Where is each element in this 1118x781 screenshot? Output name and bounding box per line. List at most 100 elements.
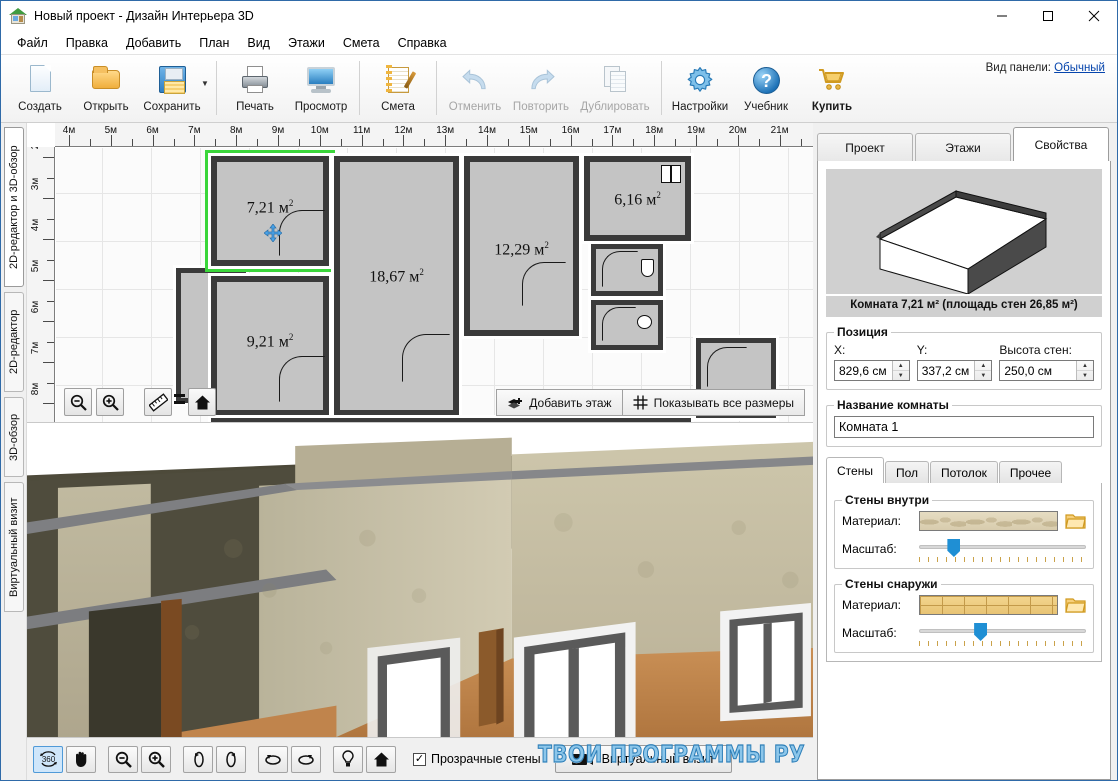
tab-walls[interactable]: Стены bbox=[826, 457, 884, 483]
open-button-label: Открыть bbox=[83, 101, 129, 113]
y-value[interactable]: 337,2 см bbox=[918, 364, 975, 378]
wall-height-spinner[interactable]: 250,0 см ▲ ▼ bbox=[999, 360, 1094, 381]
open-button[interactable]: Открыть bbox=[73, 58, 139, 120]
menu-item-view[interactable]: Вид bbox=[238, 33, 279, 53]
room-bathroom[interactable] bbox=[588, 241, 666, 299]
duplicate-button[interactable]: Дублировать bbox=[574, 58, 656, 120]
wall-height-value[interactable]: 250,0 см bbox=[1000, 364, 1076, 378]
checkbox-box[interactable] bbox=[413, 752, 426, 766]
sidebar-tab-2d-and-3d[interactable]: 2D-редактор и 3D-обзор bbox=[3, 127, 24, 287]
tab-project[interactable]: Проект bbox=[817, 133, 913, 161]
save-button[interactable]: Сохранить bbox=[139, 58, 205, 120]
room-corridor[interactable] bbox=[208, 415, 694, 422]
undo-button[interactable]: Отменить bbox=[442, 58, 508, 120]
minimize-button[interactable] bbox=[979, 1, 1025, 31]
wall-height-spinner-arrows[interactable]: ▲ ▼ bbox=[1075, 361, 1093, 380]
plan-zoom-out-button[interactable] bbox=[64, 388, 92, 416]
properties-panel-body: Комната 7,21 м² (площадь стен 26,85 м²) … bbox=[817, 161, 1111, 780]
rotate-vertical-left-button[interactable] bbox=[183, 745, 213, 773]
rotate-horizontal-right-button[interactable] bbox=[291, 745, 321, 773]
menu-item-file[interactable]: Файл bbox=[8, 33, 57, 53]
tab-ceiling[interactable]: Потолок bbox=[930, 461, 998, 483]
maximize-button[interactable] bbox=[1025, 1, 1071, 31]
orbit-360-button[interactable]: 360 bbox=[33, 745, 63, 773]
tab-floor[interactable]: Пол bbox=[884, 461, 929, 483]
sidebar-tab-2d-editor[interactable]: 2D-редактор bbox=[3, 292, 24, 392]
room-7-21[interactable]: 7,21 м2 bbox=[208, 153, 332, 269]
sidebar-tab-3d-view[interactable]: 3D-обзор bbox=[3, 397, 24, 477]
x-value[interactable]: 829,6 см bbox=[835, 364, 892, 378]
ruler-label: 7м bbox=[188, 125, 201, 136]
slider-thumb[interactable] bbox=[974, 623, 988, 641]
pan-hand-button[interactable] bbox=[66, 745, 96, 773]
room-name-input[interactable]: Комната 1 bbox=[834, 416, 1094, 438]
tab-other[interactable]: Прочее bbox=[998, 461, 1063, 483]
tutorial-button[interactable]: ? Учебник bbox=[733, 58, 799, 120]
add-floor-button[interactable]: Добавить этаж bbox=[496, 389, 623, 416]
zoom-out-button[interactable] bbox=[108, 745, 138, 773]
buy-button[interactable]: Купить bbox=[799, 58, 865, 120]
room-wc[interactable] bbox=[588, 297, 666, 353]
estimate-button[interactable]: Смета bbox=[365, 58, 431, 120]
ruler-label: 13м bbox=[436, 125, 455, 136]
menu-item-floors[interactable]: Этажи bbox=[279, 33, 334, 53]
sidebar-tab-virtual-visit[interactable]: Виртуальный визит bbox=[3, 482, 24, 612]
menu-item-plan[interactable]: План bbox=[190, 33, 238, 53]
undo-arrow-icon bbox=[458, 63, 492, 97]
menu-item-edit[interactable]: Правка bbox=[57, 33, 117, 53]
slider-thumb[interactable] bbox=[947, 539, 961, 557]
ruler-tick bbox=[570, 135, 572, 146]
y-spinner[interactable]: 337,2 см ▲ ▼ bbox=[916, 360, 993, 381]
rotate-vertical-right-icon bbox=[225, 751, 236, 767]
walls-outside-browse-button[interactable] bbox=[1065, 596, 1086, 614]
floor-plan-canvas[interactable]: 7,21 м2 9,21 м2 18,67 м2 12,29 м2 6,16 м… bbox=[56, 148, 813, 422]
y-spinner-arrows[interactable]: ▲ ▼ bbox=[974, 361, 992, 380]
menu-item-help[interactable]: Справка bbox=[389, 33, 456, 53]
rotate-vertical-right-button[interactable] bbox=[216, 745, 246, 773]
transparent-walls-checkbox[interactable]: Прозрачные стены bbox=[413, 752, 541, 766]
room-move-handle[interactable] bbox=[264, 224, 282, 242]
new-button[interactable]: Создать bbox=[7, 58, 73, 120]
walls-inside-browse-button[interactable] bbox=[1065, 512, 1086, 530]
panel-view-link[interactable]: Обычный bbox=[1054, 62, 1105, 74]
zoom-in-button[interactable] bbox=[141, 745, 171, 773]
show-all-sizes-button[interactable]: Показывать все размеры bbox=[622, 389, 805, 416]
plan-home-button[interactable] bbox=[188, 388, 216, 416]
room-12-29[interactable]: 12,29 м2 bbox=[461, 153, 582, 339]
floor-plan-editor[interactable]: 4м 5м 6м 7м 8м 9м 10м 11м 12м 13м 14м 15м 16м 17м 18м 1… bbox=[27, 123, 813, 423]
position-x-field: X: 829,6 см ▲ ▼ bbox=[834, 343, 910, 381]
redo-button[interactable]: Повторить bbox=[508, 58, 574, 120]
walls-outside-scale-slider[interactable] bbox=[919, 622, 1086, 646]
walls-inside-material-swatch[interactable] bbox=[919, 511, 1058, 531]
close-button[interactable] bbox=[1071, 1, 1117, 31]
room-18-67[interactable]: 18,67 м2 bbox=[331, 153, 462, 419]
tab-floors[interactable]: Этажи bbox=[915, 133, 1011, 161]
walls-inside-scale-slider[interactable] bbox=[919, 538, 1086, 562]
menu-item-estimate[interactable]: Смета bbox=[334, 33, 389, 53]
print-button[interactable]: Печать bbox=[222, 58, 288, 120]
ruler-label: 5м bbox=[30, 259, 41, 273]
settings-button[interactable]: Настройки bbox=[667, 58, 733, 120]
tab-properties[interactable]: Свойства bbox=[1013, 127, 1109, 161]
open-folder-icon bbox=[1065, 514, 1086, 529]
plan-action-buttons: Добавить этаж Показывать все размеры bbox=[496, 389, 805, 416]
position-legend: Позиция bbox=[837, 325, 888, 339]
menu-item-add[interactable]: Добавить bbox=[117, 33, 190, 53]
walls-outside-material-swatch[interactable] bbox=[919, 595, 1058, 615]
home-view-button[interactable] bbox=[366, 745, 396, 773]
room-area-label: 6,16 м2 bbox=[614, 190, 661, 209]
plan-measure-button[interactable] bbox=[144, 388, 172, 416]
rotate-horizontal-left-button[interactable] bbox=[258, 745, 288, 773]
ruler-label: 4м bbox=[62, 125, 76, 136]
ruler-tick bbox=[278, 135, 279, 146]
ruler-label: 2м bbox=[30, 147, 41, 149]
save-dropdown-arrow[interactable]: ▼ bbox=[199, 79, 211, 88]
light-bulb-button[interactable] bbox=[333, 745, 363, 773]
x-spinner-arrows[interactable]: ▲ ▼ bbox=[891, 361, 909, 380]
x-spinner[interactable]: 829,6 см ▲ ▼ bbox=[834, 360, 910, 381]
plan-zoom-in-button[interactable] bbox=[96, 388, 124, 416]
preview-button[interactable]: Просмотр bbox=[288, 58, 354, 120]
room-9-21[interactable]: 9,21 м2 bbox=[208, 273, 332, 419]
room-6-16[interactable]: 6,16 м2 bbox=[581, 153, 694, 244]
3d-view[interactable] bbox=[27, 423, 813, 738]
